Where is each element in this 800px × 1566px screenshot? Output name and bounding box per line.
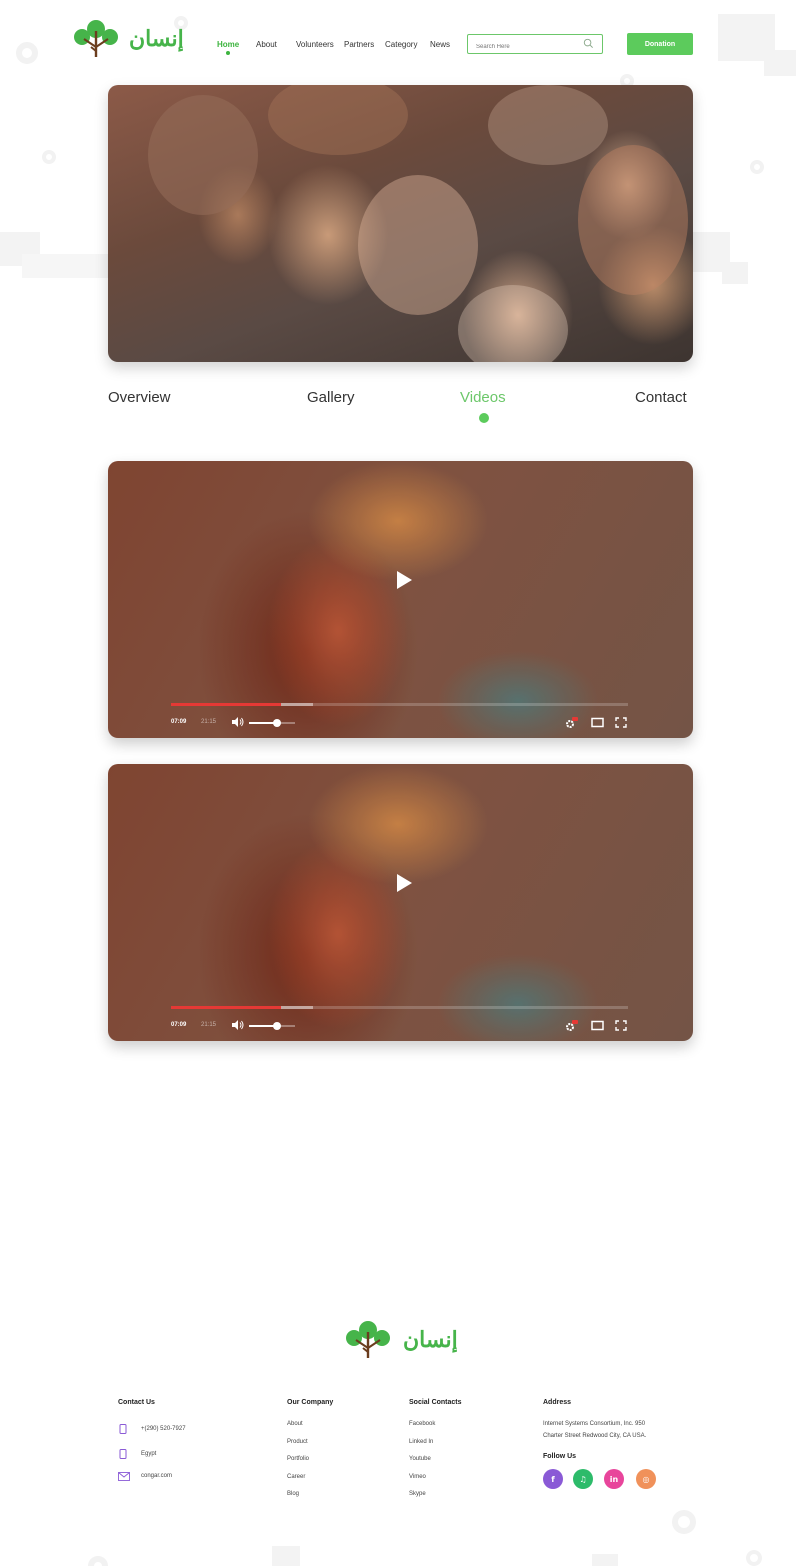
settings-icon[interactable] xyxy=(564,1020,578,1032)
nav-volunteers[interactable]: Volunteers xyxy=(296,40,334,49)
search-input[interactable] xyxy=(476,38,586,56)
footer-link-vimeo[interactable]: Vimeo xyxy=(409,1474,426,1480)
hero-image xyxy=(108,85,693,362)
hero-image-detail xyxy=(488,85,608,165)
tree-logo-icon xyxy=(346,1321,390,1358)
settings-icon[interactable] xyxy=(564,717,578,729)
hero-image-detail xyxy=(358,175,478,315)
footer-link-skype[interactable]: Skype xyxy=(409,1491,426,1497)
theater-mode-icon[interactable] xyxy=(591,717,604,728)
video-overlay xyxy=(108,461,693,738)
video-player[interactable]: 07:09 21:15 xyxy=(108,461,693,738)
footer-link-about[interactable]: About xyxy=(287,1421,303,1427)
tree-logo-icon xyxy=(74,20,118,57)
hero-image-detail xyxy=(268,85,408,155)
mail-icon xyxy=(118,1472,130,1481)
hero-image-detail xyxy=(458,285,568,362)
video-played-bar xyxy=(171,1006,281,1009)
background-decoration xyxy=(22,254,110,278)
footer-address-line2: Charter Street Redwood City, CA USA. xyxy=(543,1433,647,1439)
linkedin-icon[interactable]: in xyxy=(604,1469,624,1489)
footer-phone: +(290) 520-7927 xyxy=(141,1426,186,1432)
spotify-icon[interactable]: ♫ xyxy=(573,1469,593,1489)
tab-videos[interactable]: Videos xyxy=(460,389,506,406)
video-current-time: 07:09 xyxy=(171,719,187,725)
volume-knob[interactable] xyxy=(272,1022,281,1030)
footer-logo[interactable]: إنسان xyxy=(345,1320,458,1360)
footer-link-product[interactable]: Product xyxy=(287,1439,308,1445)
volume-knob[interactable] xyxy=(272,719,281,727)
hero-image-detail xyxy=(578,145,688,295)
video-progress-bar[interactable] xyxy=(171,703,628,706)
logo-text: إنسان xyxy=(129,26,184,52)
play-icon[interactable] xyxy=(391,568,415,592)
footer-link-youtube[interactable]: Youtube xyxy=(409,1456,431,1462)
nav-partners[interactable]: Partners xyxy=(344,40,374,49)
donation-button[interactable]: Donation xyxy=(627,33,693,55)
video-played-bar xyxy=(171,703,281,706)
hero-image-detail xyxy=(148,95,258,215)
video-overlay xyxy=(108,764,693,1041)
footer-address-line1: Internet Systems Consortium, Inc. 950 xyxy=(543,1421,646,1427)
nav-category[interactable]: Category xyxy=(385,40,417,49)
volume-slider[interactable] xyxy=(249,719,295,727)
background-decoration xyxy=(764,50,796,76)
tab-overview[interactable]: Overview xyxy=(108,389,171,406)
search-icon[interactable] xyxy=(583,38,594,49)
instagram-icon[interactable]: ◎ xyxy=(636,1469,656,1489)
video-duration: 21:15 xyxy=(201,719,217,725)
background-ring xyxy=(672,1510,696,1534)
nav-news[interactable]: News xyxy=(430,40,450,49)
footer-follow-title: Follow Us xyxy=(543,1453,577,1460)
background-ring xyxy=(16,42,38,64)
footer-link-portfolio[interactable]: Portfolio xyxy=(287,1456,309,1462)
footer-link-facebook[interactable]: Facebook xyxy=(409,1421,435,1427)
footer-social-title: Social Contacts xyxy=(409,1399,462,1406)
footer-email[interactable]: congar.com xyxy=(141,1473,172,1479)
play-icon[interactable] xyxy=(391,871,415,895)
background-decoration xyxy=(272,1546,300,1566)
tab-gallery[interactable]: Gallery xyxy=(307,389,355,406)
footer-logo-text: إنسان xyxy=(403,1327,458,1353)
video-progress-bar[interactable] xyxy=(171,1006,628,1009)
background-ring xyxy=(88,1556,108,1566)
fullscreen-icon[interactable] xyxy=(615,1020,627,1031)
volume-icon[interactable] xyxy=(232,1020,244,1030)
search-box xyxy=(467,34,603,56)
background-ring xyxy=(42,150,56,164)
volume-icon[interactable] xyxy=(232,717,244,727)
fullscreen-icon[interactable] xyxy=(615,717,627,728)
footer-location: Egypt xyxy=(141,1451,157,1457)
video-current-time: 07:09 xyxy=(171,1022,187,1028)
footer-link-blog[interactable]: Blog xyxy=(287,1491,299,1497)
phone-icon xyxy=(119,1424,127,1434)
footer-contact-title: Contact Us xyxy=(118,1399,155,1406)
background-ring xyxy=(750,160,764,174)
background-decoration xyxy=(722,262,748,284)
nav-active-indicator xyxy=(226,51,230,55)
footer-link-linkedin[interactable]: Linked In xyxy=(409,1439,433,1445)
theater-mode-icon[interactable] xyxy=(591,1020,604,1031)
tab-contact[interactable]: Contact xyxy=(635,389,687,406)
background-ring xyxy=(746,1550,762,1566)
nav-about[interactable]: About xyxy=(256,40,277,49)
volume-slider[interactable] xyxy=(249,1022,295,1030)
video-player[interactable]: 07:09 21:15 xyxy=(108,764,693,1041)
footer-link-career[interactable]: Career xyxy=(287,1474,305,1480)
background-decoration xyxy=(592,1554,618,1566)
tab-active-indicator xyxy=(479,413,489,423)
nav-home[interactable]: Home xyxy=(217,40,239,49)
video-duration: 21:15 xyxy=(201,1022,217,1028)
header-logo[interactable]: إنسان xyxy=(73,19,184,59)
facebook-icon[interactable]: f xyxy=(543,1469,563,1489)
footer-company-title: Our Company xyxy=(287,1399,334,1406)
footer-address-title: Address xyxy=(543,1399,572,1406)
location-icon xyxy=(119,1449,127,1459)
